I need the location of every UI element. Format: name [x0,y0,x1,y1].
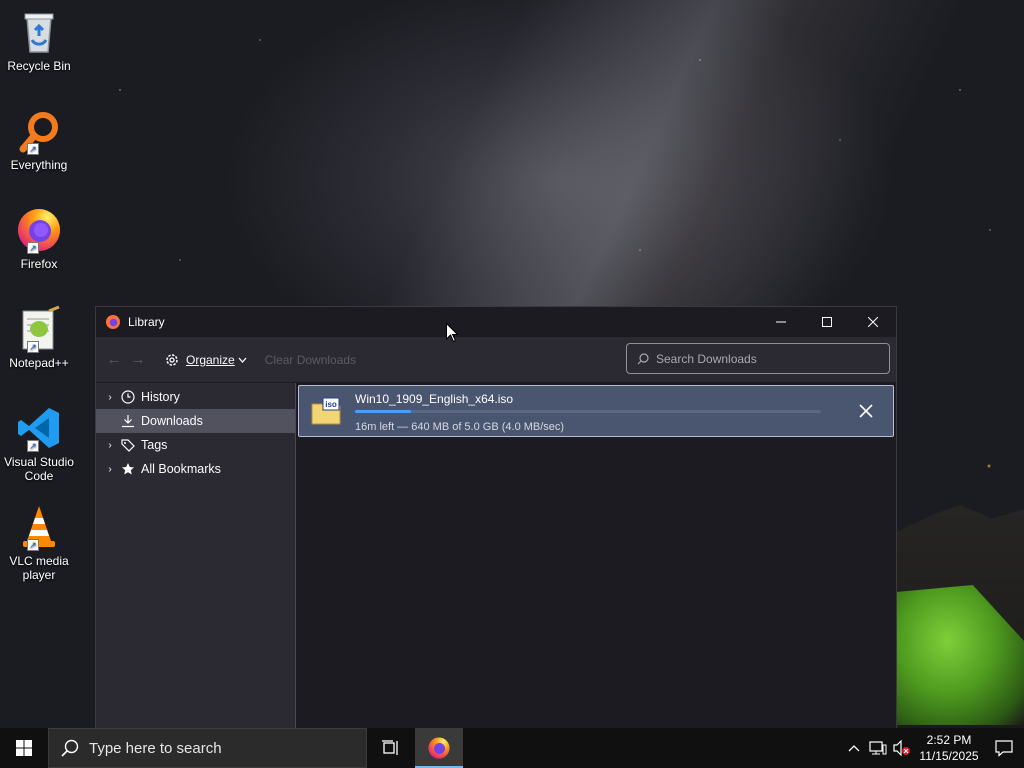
star-icon [120,461,136,477]
sidebar-item-label: All Bookmarks [141,462,221,476]
tags-icon [120,437,136,453]
shortcut-arrow-icon: ↗ [27,341,39,353]
system-tray: 2:52 PM 11/15/2025 [842,728,1024,768]
library-window: Library ← → Organize Clear Downloads Sea… [95,306,897,730]
task-view-icon [382,740,398,755]
vlc-icon: ↗ [15,503,63,551]
search-icon [61,739,79,757]
taskbar-search-box[interactable]: Type here to search [48,728,367,768]
shortcut-arrow-icon: ↗ [27,143,39,155]
close-button[interactable] [850,307,896,337]
sidebar-item-all-bookmarks[interactable]: › All Bookmarks [96,457,295,481]
shortcut-arrow-icon: ↗ [27,539,39,551]
gear-icon [166,353,178,366]
desktop-icon-notepad-plus-plus[interactable]: ↗ Notepad++ [0,305,78,370]
everything-search-icon: ↗ [15,107,63,155]
network-icon [869,741,887,755]
sidebar-item-downloads[interactable]: Downloads [96,409,295,433]
search-icon [637,352,649,364]
taskbar-clock[interactable]: 2:52 PM 11/15/2025 [914,732,984,764]
start-button[interactable] [0,728,48,768]
download-status: 16m left — 640 MB of 5.0 GB (4.0 MB/sec) [355,421,565,433]
desktop-icon-everything[interactable]: ↗ Everything [0,107,78,172]
chevron-up-icon [848,745,860,752]
shortcut-arrow-icon: ↗ [27,440,39,452]
vscode-icon: ↗ [15,404,63,452]
action-center-button[interactable] [984,728,1024,768]
desktop-icon-label: VLC media player [9,554,69,582]
expand-arrow-icon[interactable]: › [104,440,116,451]
download-icon [120,413,136,429]
minimize-button[interactable] [758,307,804,337]
download-item[interactable]: iso Win10_1909_English_x64.iso 16m left … [298,385,894,437]
iso-file-icon: iso [311,397,341,425]
taskbar: Type here to search 2:52 PM 11/15/2025 [0,728,1024,768]
sidebar-item-tags[interactable]: › Tags [96,433,295,457]
clear-downloads-button[interactable]: Clear Downloads [265,353,356,367]
mouse-cursor-icon [446,323,458,342]
desktop-icon-label: Visual Studio Code [4,455,74,483]
windows-logo-icon [16,740,32,756]
download-progress-bar [355,410,821,413]
desktop-icon-label: Recycle Bin [7,59,71,73]
notification-icon [995,740,1013,757]
firefox-icon [106,315,120,329]
window-title: Library [128,315,165,329]
library-sidebar: › History Downloads › Tags › All Bookmar… [96,383,296,729]
notepad-plus-plus-icon: ↗ [15,305,63,353]
search-placeholder: Search Downloads [656,351,757,366]
chevron-down-icon [238,357,247,363]
shortcut-arrow-icon: ↗ [27,242,39,254]
maximize-icon [822,317,832,327]
expand-arrow-icon[interactable]: › [104,392,116,403]
sidebar-item-label: History [141,390,180,404]
clock-icon [120,389,136,405]
desktop-icon-label: Notepad++ [9,356,69,370]
close-icon [868,317,878,327]
taskbar-firefox-button[interactable] [415,728,463,768]
desktop-icon-vscode[interactable]: ↗ Visual Studio Code [0,404,78,483]
back-button[interactable]: ← [102,348,126,372]
download-filename: Win10_1909_English_x64.iso [355,392,514,406]
window-titlebar[interactable]: Library [96,307,896,337]
svg-text:iso: iso [325,400,337,409]
cancel-download-icon[interactable] [857,402,875,420]
maximize-button[interactable] [804,307,850,337]
sidebar-item-label: Downloads [141,414,203,428]
search-downloads-input[interactable]: Search Downloads [626,343,890,374]
downloads-list: iso Win10_1909_English_x64.iso 16m left … [296,383,896,729]
forward-arrow-icon: → [130,351,146,368]
taskbar-search-placeholder: Type here to search [89,739,222,757]
back-arrow-icon: ← [106,351,122,368]
organize-label: Organize [186,352,235,367]
clock-date: 11/15/2025 [919,749,979,763]
show-hidden-icons-button[interactable] [842,728,866,768]
desktop-icon-label: Everything [10,158,68,172]
sidebar-item-history[interactable]: › History [96,385,295,409]
network-button[interactable] [866,728,890,768]
minimize-icon [776,321,786,323]
recycle-bin-icon [15,8,63,56]
expand-arrow-icon[interactable]: › [104,464,116,475]
task-view-button[interactable] [367,728,415,768]
clock-time: 2:52 PM [926,733,972,747]
forward-button[interactable]: → [126,348,150,372]
volume-muted-icon [893,740,910,756]
desktop-icon-recycle-bin[interactable]: Recycle Bin [0,8,78,73]
firefox-icon [428,737,450,759]
sidebar-item-label: Tags [141,438,168,452]
organize-button[interactable]: Organize [164,352,247,368]
desktop-icon-firefox[interactable]: ↗ Firefox [0,206,78,271]
desktop-icon-label: Firefox [20,257,58,271]
firefox-icon: ↗ [15,206,63,254]
download-progress-fill [355,410,411,413]
desktop-icon-vlc[interactable]: ↗ VLC media player [0,503,78,582]
volume-button[interactable] [890,728,914,768]
